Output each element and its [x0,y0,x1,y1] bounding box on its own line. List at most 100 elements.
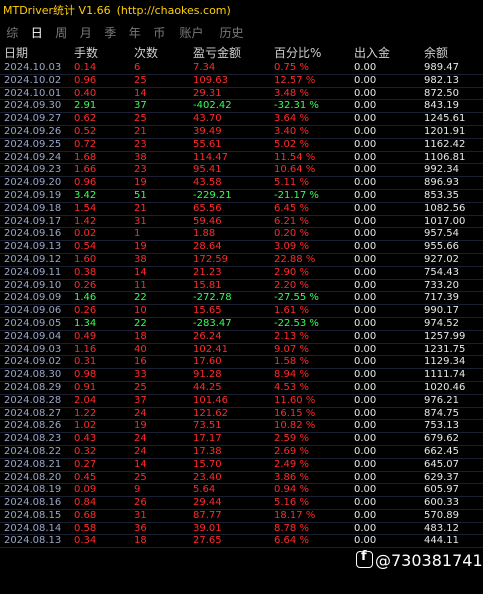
table-row[interactable]: 2024.09.09 1.46 22 -272.78 -27.55 % 0.00 717.3… [0,292,483,306]
cell-hands: 0.02 [74,228,97,240]
header-date[interactable]: 日期 [4,44,28,61]
cell-profit-loss: 15.70 [193,458,222,470]
table-row[interactable]: 2024.09.27 0.62 25 43.70 3.64 % 0.00 1245.61 [0,113,483,126]
cell-balance: 853.35 [424,189,459,201]
cell-deposit-withdraw: 0.00 [354,266,377,278]
table-row[interactable]: 2024.09.12 1.60 38 172.59 22.88 % 0.00 927.02 [0,254,483,267]
cell-deposit-withdraw: 0.00 [354,164,377,176]
cell-date: 2024.09.24 [4,151,62,163]
table-row[interactable]: 2024.10.01 0.40 14 29.31 3.48 % 0.00 872.50 [0,88,483,101]
table-row[interactable]: 2024.09.19 3.42 51 -229.21 -21.17 % 0.00 853.3… [0,190,483,203]
tab-3[interactable]: 月 [74,24,99,41]
table-row[interactable]: 2024.09.26 0.52 21 39.49 3.40 % 0.00 1201.91 [0,126,483,139]
table-row[interactable]: 2024.08.23 0.43 24 17.17 2.59 % 0.00 679.62 [0,433,483,446]
cell-deposit-withdraw: 0.00 [354,74,377,86]
cell-profit-loss: 95.41 [193,164,222,176]
table-row[interactable]: 2024.08.29 0.91 25 44.25 4.53 % 0.00 1020.46 [0,382,483,395]
table-row[interactable]: 2024.09.06 0.26 10 15.65 1.61 % 0.00 990.17 [0,305,483,318]
cell-profit-loss: 114.47 [193,151,228,163]
tab-2[interactable]: 周 [49,24,74,41]
table-row[interactable]: 2024.08.26 1.02 19 73.51 10.82 % 0.00 753.13 [0,420,483,434]
table-row[interactable]: 2024.08.14 0.58 36 39.01 8.78 % 0.00 483.12 [0,523,483,536]
cell-deposit-withdraw: 0.00 [354,535,377,547]
tab-4[interactable]: 季 [98,24,123,41]
table-row[interactable]: 2024.08.27 1.22 24 121.62 16.15 % 0.00 874.75 [0,408,483,421]
cell-profit-loss: 65.56 [193,202,222,214]
header-balance[interactable]: 余额 [424,44,448,61]
cell-date: 2024.09.11 [4,266,62,278]
tab-7[interactable]: 账户 [172,24,212,41]
header-percent[interactable]: 百分比% [274,44,321,61]
cell-date: 2024.09.09 [4,292,62,304]
table-row[interactable]: 2024.10.03 0.14 6 7.34 0.75 % 0.00 989.47 [0,62,483,75]
cell-balance: 1129.34 [424,356,466,368]
cell-count: 16 [134,356,147,368]
cell-deposit-withdraw: 0.00 [354,202,377,214]
cell-deposit-withdraw: 0.00 [354,177,377,189]
table-row[interactable]: 2024.09.23 1.66 23 95.41 10.64 % 0.00 992.34 [0,164,483,178]
cell-percent: 6.45 % [274,202,309,214]
cell-hands: 1.54 [74,202,97,214]
cell-date: 2024.09.20 [4,177,62,189]
table-row[interactable]: 2024.09.16 0.02 1 1.88 0.20 % 0.00 957.54 [0,228,483,242]
table-row[interactable]: 2024.08.30 0.98 33 91.28 8.94 % 0.00 1111.74 [0,369,483,382]
cell-balance: 1082.56 [424,202,466,214]
cell-count: 24 [134,445,147,457]
cell-date: 2024.08.19 [4,484,62,496]
cell-deposit-withdraw: 0.00 [354,369,377,381]
cell-percent: 16.15 % [274,407,316,419]
table-row[interactable]: 2024.09.18 1.54 21 65.56 6.45 % 0.00 1082.56 [0,203,483,216]
cell-date: 2024.09.16 [4,228,62,240]
cell-percent: 3.64 % [274,113,309,125]
table-row[interactable]: 2024.09.02 0.31 16 17.60 1.58 % 0.00 1129.34 [0,356,483,370]
table-row[interactable]: 2024.09.20 0.96 19 43.58 5.11 % 0.00 896.93 [0,177,483,190]
tab-5[interactable]: 年 [123,24,148,41]
table-row[interactable]: 2024.09.04 0.49 18 26.24 2.13 % 0.00 1257.99 [0,331,483,344]
header-deposit-withdraw[interactable]: 出入金 [354,44,390,61]
table-row[interactable]: 2024.08.20 0.45 25 23.40 3.86 % 0.00 629.37 [0,472,483,485]
header-profit-loss[interactable]: 盈亏金额 [193,44,241,61]
tab-6[interactable]: 币 [147,24,172,41]
cell-balance: 1106.81 [424,151,466,163]
cell-deposit-withdraw: 0.00 [354,253,377,265]
table-row[interactable]: 2024.08.19 0.09 9 5.64 0.94 % 0.00 605.97 [0,484,483,498]
cell-profit-loss: 44.25 [193,381,222,393]
cell-percent: 5.11 % [274,177,309,189]
cell-date: 2024.09.04 [4,330,62,342]
table-row[interactable]: 2024.08.13 0.34 18 27.65 6.64 % 0.00 444.11 [0,535,483,549]
table-row[interactable]: 2024.09.25 0.72 23 55.61 5.02 % 0.00 1162.42 [0,139,483,152]
cell-hands: 1.42 [74,215,97,227]
table-row[interactable]: 2024.08.22 0.32 24 17.38 2.69 % 0.00 662.45 [0,446,483,459]
cell-profit-loss: -272.78 [193,292,232,304]
header-hands[interactable]: 手数 [74,44,98,61]
cell-balance: 976.21 [424,394,459,406]
table-row[interactable]: 2024.08.16 0.84 26 29.44 5.16 % 0.00 600.33 [0,497,483,510]
cell-balance: 600.33 [424,497,459,509]
cell-balance: 992.34 [424,164,459,176]
table-row[interactable]: 2024.09.05 1.34 22 -283.47 -22.53 % 0.00 974.5… [0,318,483,331]
table-row[interactable]: 2024.09.30 2.91 37 -402.42 -32.31 % 0.00 843.1… [0,100,483,114]
table-row[interactable]: 2024.08.28 2.04 37 101.46 11.60 % 0.00 976.21 [0,395,483,408]
table-row[interactable]: 2024.09.17 1.42 31 59.46 6.21 % 0.00 1017.00 [0,216,483,229]
cell-hands: 0.91 [74,381,97,393]
title-bar: MTDriver统计 V1.66 (http://chaokes.com) [0,0,483,22]
table-row[interactable]: 2024.09.03 1.16 40 102.41 9.07 % 0.00 1231.75 [0,344,483,357]
table-row[interactable]: 2024.10.02 0.96 25 109.63 12.57 % 0.00 982.13 [0,75,483,88]
table-row[interactable]: 2024.09.10 0.26 11 15.81 2.20 % 0.00 733.20 [0,280,483,293]
table-row[interactable]: 2024.08.15 0.68 31 87.77 18.17 % 0.00 570.89 [0,510,483,523]
tab-0[interactable]: 综 [0,24,25,41]
table-row[interactable]: 2024.09.11 0.38 14 21.23 2.90 % 0.00 754.43 [0,267,483,280]
table-row[interactable]: 2024.09.24 1.68 38 114.47 11.54 % 0.00 1106.81 [0,152,483,165]
cell-count: 24 [134,407,147,419]
cell-hands: 0.96 [74,177,97,189]
table-row[interactable]: 2024.08.21 0.27 14 15.70 2.49 % 0.00 645.07 [0,459,483,472]
cell-count: 36 [134,522,147,534]
table-row[interactable]: 2024.09.13 0.54 19 28.64 3.09 % 0.00 955.66 [0,241,483,254]
header-count[interactable]: 次数 [134,44,158,61]
cell-count: 11 [134,279,147,291]
tab-8[interactable]: 历史 [212,24,252,41]
cell-percent: -22.53 % [274,317,319,329]
tab-1[interactable]: 日 [25,24,50,41]
cell-profit-loss: -283.47 [193,317,232,329]
cell-deposit-withdraw: 0.00 [354,189,377,201]
